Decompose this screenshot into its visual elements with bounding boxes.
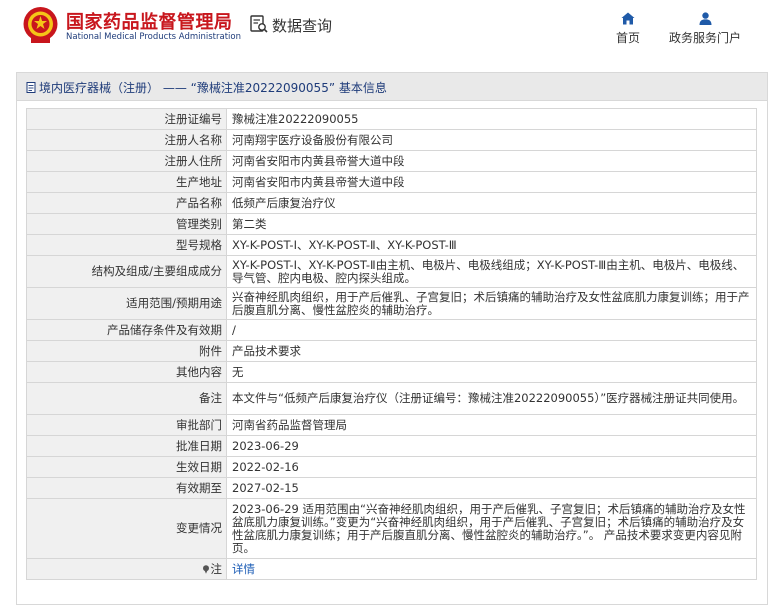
- data-query-label[interactable]: 数据查询: [272, 15, 332, 36]
- details-link[interactable]: 详情: [232, 562, 255, 576]
- site-name-en: National Medical Products Administration: [66, 32, 241, 42]
- note-label: 注: [210, 561, 223, 576]
- row-label: 有效期至: [26, 477, 227, 499]
- info-table: 注册证编号 豫械注准20222090055 注册人名称 河南翔宇医疗设备股份有限…: [26, 108, 757, 580]
- table-row: 其他内容 无: [26, 361, 757, 383]
- detail-panel: 境内医疗器械（注册） —— “豫械注准20222090055” 基本信息 注册证…: [16, 72, 768, 605]
- row-label: 结构及组成/主要组成成分: [26, 255, 227, 288]
- row-label: 产品名称: [26, 192, 227, 214]
- table-row: 变更情况 2023-06-29 适用范围由“兴奋神经肌肉组织，用于产后催乳、子宫…: [26, 498, 757, 559]
- table-row: 附件 产品技术要求: [26, 340, 757, 362]
- row-value: XY-K-POST-Ⅰ、XY-K-POST-Ⅱ、XY-K-POST-Ⅲ: [226, 234, 757, 256]
- home-icon: [621, 12, 635, 25]
- row-value: /: [226, 319, 757, 341]
- table-row: 批准日期 2023-06-29: [26, 435, 757, 457]
- row-label: 变更情况: [26, 498, 227, 559]
- table-row: 结构及组成/主要组成成分 XY-K-POST-Ⅰ、XY-K-POST-Ⅱ由主机、…: [26, 255, 757, 288]
- row-value: 豫械注准20222090055: [226, 108, 757, 130]
- table-row: 注册人住所 河南省安阳市内黄县帝誉大道中段: [26, 150, 757, 172]
- row-label: 批准日期: [26, 435, 227, 457]
- row-label: 生效日期: [26, 456, 227, 478]
- row-value: 本文件与“低频产后康复治疗仪（注册证编号：豫械注准20222090055）”医疗…: [226, 382, 757, 415]
- row-value: 产品技术要求: [226, 340, 757, 362]
- row-label: 适用范围/预期用途: [26, 287, 227, 320]
- row-label: 备注: [26, 382, 227, 415]
- user-icon: [699, 12, 711, 25]
- site-header: 国家药品监督管理局 National Medical Products Admi…: [0, 0, 769, 62]
- row-value: 2027-02-15: [226, 477, 757, 499]
- table-row: 审批部门 河南省药品监督管理局: [26, 414, 757, 436]
- nav-home[interactable]: 首页: [614, 12, 642, 46]
- table-row: 生效日期 2022-02-16: [26, 456, 757, 478]
- data-query-icon: [250, 15, 268, 33]
- table-row: 备注 本文件与“低频产后康复治疗仪（注册证编号：豫械注准20222090055）…: [26, 382, 757, 415]
- row-label: 产品储存条件及有效期: [26, 319, 227, 341]
- table-row-note: 注 详情: [26, 558, 757, 580]
- site-name-cn[interactable]: 国家药品监督管理局: [66, 8, 233, 34]
- row-value: 第二类: [226, 213, 757, 235]
- row-value: 河南翔宇医疗设备股份有限公司: [226, 129, 757, 151]
- row-label: 审批部门: [26, 414, 227, 436]
- row-value: 低频产后康复治疗仪: [226, 192, 757, 214]
- table-row: 注册人名称 河南翔宇医疗设备股份有限公司: [26, 129, 757, 151]
- row-value: XY-K-POST-Ⅰ、XY-K-POST-Ⅱ由主机、电极片、电极线组成；XY-…: [226, 255, 757, 288]
- table-row: 产品储存条件及有效期 /: [26, 319, 757, 341]
- document-icon: [26, 82, 36, 93]
- pin-icon: [202, 564, 209, 574]
- note-label-cell: 注: [26, 558, 227, 580]
- row-label: 其他内容: [26, 361, 227, 383]
- table-row: 生产地址 河南省安阳市内黄县帝誉大道中段: [26, 171, 757, 193]
- table-row: 适用范围/预期用途 兴奋神经肌肉组织，用于产后催乳、子宫复旧；术后镇痛的辅助治疗…: [26, 287, 757, 320]
- table-row: 注册证编号 豫械注准20222090055: [26, 108, 757, 130]
- row-value: 2022-02-16: [226, 456, 757, 478]
- nav-service-portal[interactable]: 政务服务门户: [666, 12, 744, 46]
- nav-service-portal-label: 政务服务门户: [668, 31, 741, 45]
- table-row: 有效期至 2027-02-15: [26, 477, 757, 499]
- row-value: 河南省安阳市内黄县帝誉大道中段: [226, 171, 757, 193]
- row-value: 2023-06-29 适用范围由“兴奋神经肌肉组织，用于产后催乳、子宫复旧；术后…: [226, 498, 757, 559]
- row-label: 附件: [26, 340, 227, 362]
- table-row: 管理类别 第二类: [26, 213, 757, 235]
- row-value: 无: [226, 361, 757, 383]
- row-label: 注册证编号: [26, 108, 227, 130]
- row-label: 生产地址: [26, 171, 227, 193]
- row-value: 河南省安阳市内黄县帝誉大道中段: [226, 150, 757, 172]
- row-value: 2023-06-29: [226, 435, 757, 457]
- row-label: 管理类别: [26, 213, 227, 235]
- table-row: 型号规格 XY-K-POST-Ⅰ、XY-K-POST-Ⅱ、XY-K-POST-Ⅲ: [26, 234, 757, 256]
- national-emblem-icon: [23, 7, 58, 43]
- row-label: 型号规格: [26, 234, 227, 256]
- row-label: 注册人名称: [26, 129, 227, 151]
- row-label: 注册人住所: [26, 150, 227, 172]
- table-row: 产品名称 低频产后康复治疗仪: [26, 192, 757, 214]
- panel-title-bar: 境内医疗器械（注册） —— “豫械注准20222090055” 基本信息: [17, 73, 767, 101]
- note-value: 详情: [226, 558, 757, 580]
- row-value: 兴奋神经肌肉组织，用于产后催乳、子宫复旧；术后镇痛的辅助治疗及女性盆底肌力康复训…: [226, 287, 757, 320]
- nav-home-label: 首页: [615, 31, 640, 45]
- panel-title: 境内医疗器械（注册） —— “豫械注准20222090055” 基本信息: [39, 81, 387, 95]
- row-value: 河南省药品监督管理局: [226, 414, 757, 436]
